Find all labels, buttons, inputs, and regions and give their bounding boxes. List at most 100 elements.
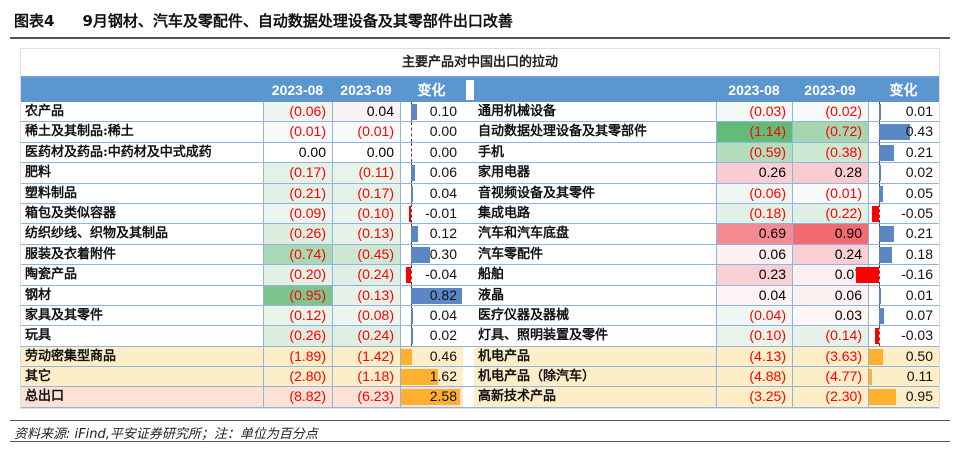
table-row: 农产品 (0.06) 0.04 0.10 通用机械设备 (0.03) (0.02) 0.01 <box>21 102 939 123</box>
value-v08: (0.74) <box>263 244 332 265</box>
change-value: 0.82 <box>429 286 457 303</box>
change-value: 0.18 <box>905 245 933 262</box>
value-v09: (6.23) <box>332 387 400 407</box>
change-value: -0.03 <box>901 327 933 344</box>
change-bar <box>879 307 885 324</box>
value-v09: (2.30) <box>792 387 868 407</box>
product-name: 灯具、照明装置及零件 <box>478 328 609 344</box>
change-axis <box>411 203 412 224</box>
value-v08: (8.82) <box>263 387 332 407</box>
change-value: 0.07 <box>905 306 933 323</box>
table-row: 箱包及类似容器 (0.09) (0.10) -0.01 集成电路 (0.18) (0.22)… <box>21 203 939 225</box>
product-name: 机电产品（除汽车） <box>478 369 596 385</box>
change-value: 0.46 <box>429 347 457 364</box>
product-name: 钢材 <box>25 287 52 303</box>
table-row: 家具及其零件 (0.12) (0.08) 0.04 医疗仪器及器械 (0.04) 0.03 0… <box>21 305 939 327</box>
table-row: 肥料 (0.17) (0.11) 0.06 家用电器 0.26 0.28 0.02 <box>21 163 939 184</box>
value-v09: (4.77) <box>792 367 868 387</box>
change-bar <box>406 267 411 284</box>
value-v09: (0.38) <box>792 142 868 163</box>
value-v08: 0.69 <box>716 224 792 244</box>
value-v09: (0.08) <box>332 305 400 326</box>
table-body: 农产品 (0.06) 0.04 0.10 通用机械设备 (0.03) (0.02) 0.01 稀… <box>21 102 939 408</box>
change-cell: 0.04 <box>400 305 463 326</box>
change-cell: 1.62 <box>400 367 463 387</box>
value-v09: (1.18) <box>332 367 400 387</box>
value-v08: (0.06) <box>716 183 792 203</box>
value-v08: (0.59) <box>716 142 792 163</box>
value-v09: (0.11) <box>332 163 400 183</box>
value-v08: (0.17) <box>263 163 332 183</box>
header-2023-09-right: 2023-09 <box>804 82 856 98</box>
change-bar <box>411 307 414 324</box>
value-v09: 0.06 <box>792 285 868 305</box>
change-axis <box>411 142 412 163</box>
value-v09: (1.42) <box>332 346 400 367</box>
value-v09: 0.04 <box>332 102 400 122</box>
change-axis <box>411 122 412 142</box>
change-value: 0.43 <box>905 123 933 140</box>
change-axis <box>879 203 880 224</box>
change-value: 0.11 <box>906 368 933 385</box>
value-v09: (0.13) <box>332 285 400 305</box>
product-name: 船舶 <box>478 267 505 283</box>
value-v08: (0.03) <box>716 102 792 122</box>
change-value: 0.01 <box>905 286 933 303</box>
header-2023-08-right: 2023-08 <box>728 82 780 98</box>
change-cell: 0.30 <box>400 244 463 265</box>
change-bar <box>871 205 879 222</box>
change-cell: 0.95 <box>868 387 939 407</box>
value-v09: 0.24 <box>792 244 868 265</box>
source-note: 资料来源: iFind,平安证券研究所；注：单位为百分点 <box>14 427 318 442</box>
product-name: 劳动密集型商品 <box>25 348 117 364</box>
change-cell: 0.18 <box>868 244 939 265</box>
change-bar <box>869 389 896 406</box>
change-cell: 0.10 <box>400 102 463 122</box>
change-bar <box>411 165 415 182</box>
change-bar <box>411 226 419 243</box>
table-row: 医药材及药品:中药材及中式成药 0.00 0.00 0.00 手机 (0.59) (0.38… <box>21 142 939 164</box>
product-name: 塑料制品 <box>25 185 78 201</box>
value-v09: (0.10) <box>332 203 400 224</box>
value-v08: (0.06) <box>263 102 332 122</box>
table-title: 主要产品对中国出口的拉动 <box>21 49 939 78</box>
value-v08: (0.18) <box>716 203 792 224</box>
change-value: 0.04 <box>429 306 457 323</box>
change-value: 0.01 <box>905 103 933 119</box>
change-bar <box>869 369 873 386</box>
change-cell: -0.04 <box>400 265 463 285</box>
value-v09: 0.00 <box>332 142 400 163</box>
product-name: 总出口 <box>25 389 65 405</box>
value-v09: (0.02) <box>792 102 868 122</box>
value-v08: (2.80) <box>263 367 332 387</box>
product-name: 音视频设备及其零件 <box>478 185 596 201</box>
change-bar <box>879 144 895 161</box>
change-cell: -0.01 <box>400 203 463 224</box>
table-row: 劳动密集型商品 (1.89) (1.42) 0.46 机电产品 (4.13) (3.63) 0… <box>21 346 939 368</box>
value-v09: (0.17) <box>332 183 400 203</box>
change-value: 0.95 <box>905 388 933 405</box>
change-cell: 0.46 <box>400 346 463 367</box>
product-name: 高新技术产品 <box>478 389 557 405</box>
product-name: 自动数据处理设备及其零部件 <box>478 124 648 140</box>
product-name: 玩具 <box>25 328 52 344</box>
change-value: -0.04 <box>425 266 457 283</box>
change-cell: -0.05 <box>868 203 939 224</box>
change-value: 0.06 <box>429 164 457 181</box>
change-axis <box>879 326 880 346</box>
header-2023-09-left: 2023-09 <box>340 82 392 98</box>
table-row: 塑料制品 (0.21) (0.17) 0.04 音视频设备及其零件 (0.06) (0.01… <box>21 183 939 204</box>
value-v08: (0.09) <box>263 203 332 224</box>
change-cell: -0.16 <box>855 265 939 285</box>
value-v08: (0.26) <box>263 326 332 346</box>
title-divider <box>10 37 950 39</box>
value-v09: (0.01) <box>332 122 400 142</box>
value-v09: (0.13) <box>332 224 400 244</box>
product-name: 医药材及药品:中药材及中式成药 <box>25 144 212 160</box>
product-name: 家具及其零件 <box>25 307 104 323</box>
value-v08: (0.10) <box>716 326 792 346</box>
product-name: 机电产品 <box>478 348 531 364</box>
change-cell: 0.00 <box>400 122 463 142</box>
figure-label: 图表4 <box>14 12 55 30</box>
change-value: 0.10 <box>429 103 457 119</box>
